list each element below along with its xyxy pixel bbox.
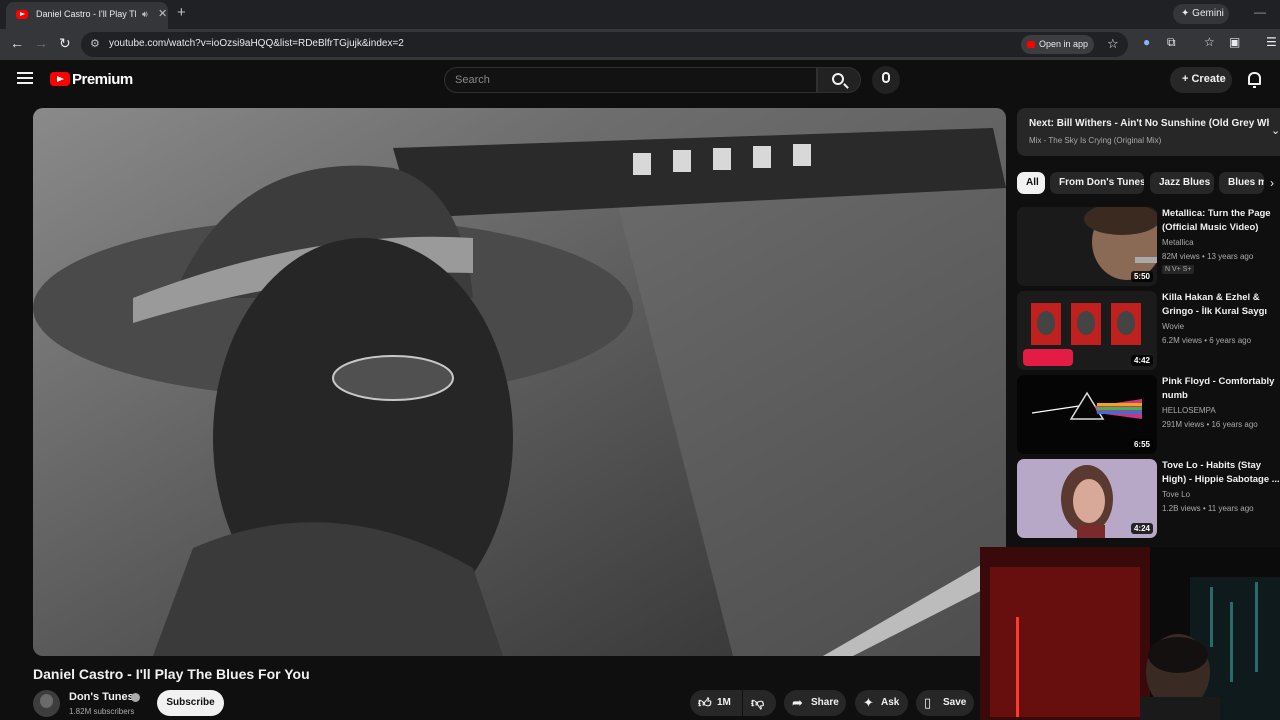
gemini-label: Gemini [1192, 8, 1224, 19]
list-item[interactable]: 6:55 Pink Floyd - Comfortably numb HELLO… [1017, 375, 1280, 455]
channel-name[interactable]: Wovie [1162, 322, 1184, 331]
address-bar[interactable]: ⚙ youtube.com/watch?v=ioOzsi9aHQQ&list=R… [81, 32, 1128, 57]
video-duration: 4:42 [1130, 355, 1153, 366]
video-title[interactable]: Tove Lo - Habits (Stay High) - Hippie Sa… [1162, 459, 1280, 487]
minimize-icon[interactable]: — [1254, 5, 1266, 19]
webcam-overlay [980, 547, 1280, 720]
chevron-right-icon[interactable]: › [1270, 176, 1274, 190]
youtube-header: Premium Search + Create [0, 60, 1280, 100]
video-title[interactable]: Pink Floyd - Comfortably numb [1162, 375, 1280, 403]
badge: N V+ S+ [1162, 265, 1195, 274]
video-thumbnail[interactable]: 4:24 [1017, 459, 1157, 538]
create-label: Create [1191, 73, 1226, 85]
video-meta: 6.2M views • 6 years ago [1162, 336, 1252, 345]
reading-list-icon[interactable]: ☰ [1266, 35, 1277, 49]
channel-name[interactable]: HELLOSEMPA [1162, 406, 1216, 415]
video-frame [33, 108, 1006, 656]
reload-icon[interactable]: ↻ [59, 35, 71, 52]
video-thumbnail[interactable]: 4:42 [1017, 291, 1157, 370]
share-icon: ➦ [792, 695, 803, 710]
ask-label: Ask [881, 697, 900, 708]
verified-icon [131, 693, 140, 702]
speaker-icon[interactable]: 🔊︎ [142, 9, 148, 20]
browser-toolbar: ← → ↻ ⚙ youtube.com/watch?v=ioOzsi9aHQQ&… [0, 29, 1280, 60]
thumbs-up-icon: 👍︎ [698, 695, 712, 710]
like-button[interactable]: 👍︎ 1M [690, 690, 742, 716]
bookmark-icon: ▯ [924, 695, 932, 710]
video-title[interactable]: Metallica: Turn the Page (Official Music… [1162, 207, 1280, 235]
save-label: Save [943, 697, 967, 708]
bookmark-star-icon[interactable]: ☆ [1107, 36, 1119, 52]
browser-tabstrip: Daniel Castro - I'll Play The 🔊︎ ✕ + ✦ G… [0, 0, 1280, 29]
hamburger-menu-icon[interactable] [17, 72, 33, 84]
chip-all[interactable]: All [1017, 172, 1045, 194]
notifications-bell-icon[interactable] [1248, 72, 1261, 88]
search-placeholder: Search [455, 74, 490, 86]
ask-button[interactable]: ✦ Ask [855, 690, 908, 716]
chevron-down-icon[interactable]: ⌄ [1271, 124, 1280, 137]
video-duration: 6:55 [1130, 439, 1153, 450]
video-duration: 5:50 [1130, 271, 1153, 282]
logo-text[interactable]: Premium [72, 71, 133, 88]
next-up-title: Next: Bill Withers - Ain't No Sunshine (… [1029, 118, 1269, 129]
tab-title: Daniel Castro - I'll Play The [36, 9, 136, 19]
video-title[interactable]: Killa Hakan & Ezhel & Gringo - İlk Kural… [1162, 291, 1280, 319]
voice-search-button[interactable] [872, 66, 900, 94]
save-button[interactable]: ▯ Save [916, 690, 974, 716]
video-thumbnail[interactable]: 5:50 [1017, 207, 1157, 286]
search-button[interactable] [817, 67, 861, 93]
video-title: Daniel Castro - I'll Play The Blues For … [33, 666, 310, 682]
new-tab-icon[interactable]: + [177, 4, 186, 21]
sidepanel-icon[interactable]: ▣ [1229, 35, 1240, 49]
forward-icon[interactable]: → [34, 35, 48, 51]
avatar[interactable] [33, 690, 60, 717]
site-info-icon[interactable]: ⚙ [90, 37, 100, 50]
search-input[interactable]: Search [444, 67, 817, 93]
share-button[interactable]: ➦ Share [784, 690, 846, 716]
create-button[interactable]: + Create [1170, 67, 1232, 93]
gemini-button[interactable]: ✦ Gemini [1173, 4, 1229, 24]
webcam-image [980, 547, 1280, 720]
thumbs-down-icon: 👎︎ [751, 695, 765, 710]
video-thumbnail[interactable]: 6:55 [1017, 375, 1157, 454]
video-meta: 1.2B views • 11 years ago [1162, 504, 1254, 513]
video-player[interactable] [33, 108, 1006, 656]
chip-from-channel[interactable]: From Don's Tunes [1050, 172, 1144, 194]
microphone-icon [882, 72, 890, 83]
list-item[interactable]: 5:50 Metallica: Turn the Page (Official … [1017, 207, 1280, 287]
video-duration: 4:24 [1130, 523, 1153, 534]
next-up-card[interactable]: Next: Bill Withers - Ain't No Sunshine (… [1017, 108, 1280, 156]
close-icon[interactable]: ✕ [158, 7, 167, 20]
subscriber-count: 1.82M subscribers [69, 707, 135, 716]
star-icon[interactable]: ☆ [1204, 35, 1215, 49]
youtube-logo-icon[interactable] [50, 72, 70, 86]
channel-name[interactable]: Tove Lo [1162, 490, 1190, 499]
dislike-button[interactable]: 👎︎ [743, 690, 776, 716]
video-meta: 291M views • 16 years ago [1162, 420, 1258, 429]
back-icon[interactable]: ← [10, 35, 24, 51]
extension-icon[interactable]: ● [1143, 35, 1150, 49]
share-label: Share [811, 697, 839, 708]
video-meta: 82M views • 13 years ago [1162, 252, 1254, 261]
subscribe-button[interactable]: Subscribe [157, 690, 224, 716]
url-text[interactable]: youtube.com/watch?v=ioOzsi9aHQQ&list=RDe… [109, 38, 404, 49]
next-up-playlist: Mix - The Sky Is Crying (Original Mix) [1029, 136, 1162, 145]
chip-jazz-blues[interactable]: Jazz Blues [1150, 172, 1214, 194]
channel-name[interactable]: Metallica [1162, 238, 1194, 247]
browser-tab[interactable]: Daniel Castro - I'll Play The 🔊︎ ✕ [6, 2, 168, 29]
open-in-app-button[interactable]: Open in app [1021, 35, 1094, 54]
search-icon [832, 73, 844, 85]
youtube-favicon-icon [16, 10, 28, 19]
open-in-app-label: Open in app [1039, 39, 1089, 49]
puzzle-icon[interactable]: ⧉ [1167, 35, 1176, 50]
list-item[interactable]: 4:42 Killa Hakan & Ezhel & Gringo - İlk … [1017, 291, 1280, 371]
channel-name[interactable]: Don's Tunes [69, 691, 134, 703]
chip-blues[interactable]: Blues m [1219, 172, 1264, 194]
sparkle-icon: ✦ [863, 695, 874, 710]
like-count: 1M [717, 697, 731, 708]
list-item[interactable]: 4:24 Tove Lo - Habits (Stay High) - Hipp… [1017, 459, 1280, 539]
